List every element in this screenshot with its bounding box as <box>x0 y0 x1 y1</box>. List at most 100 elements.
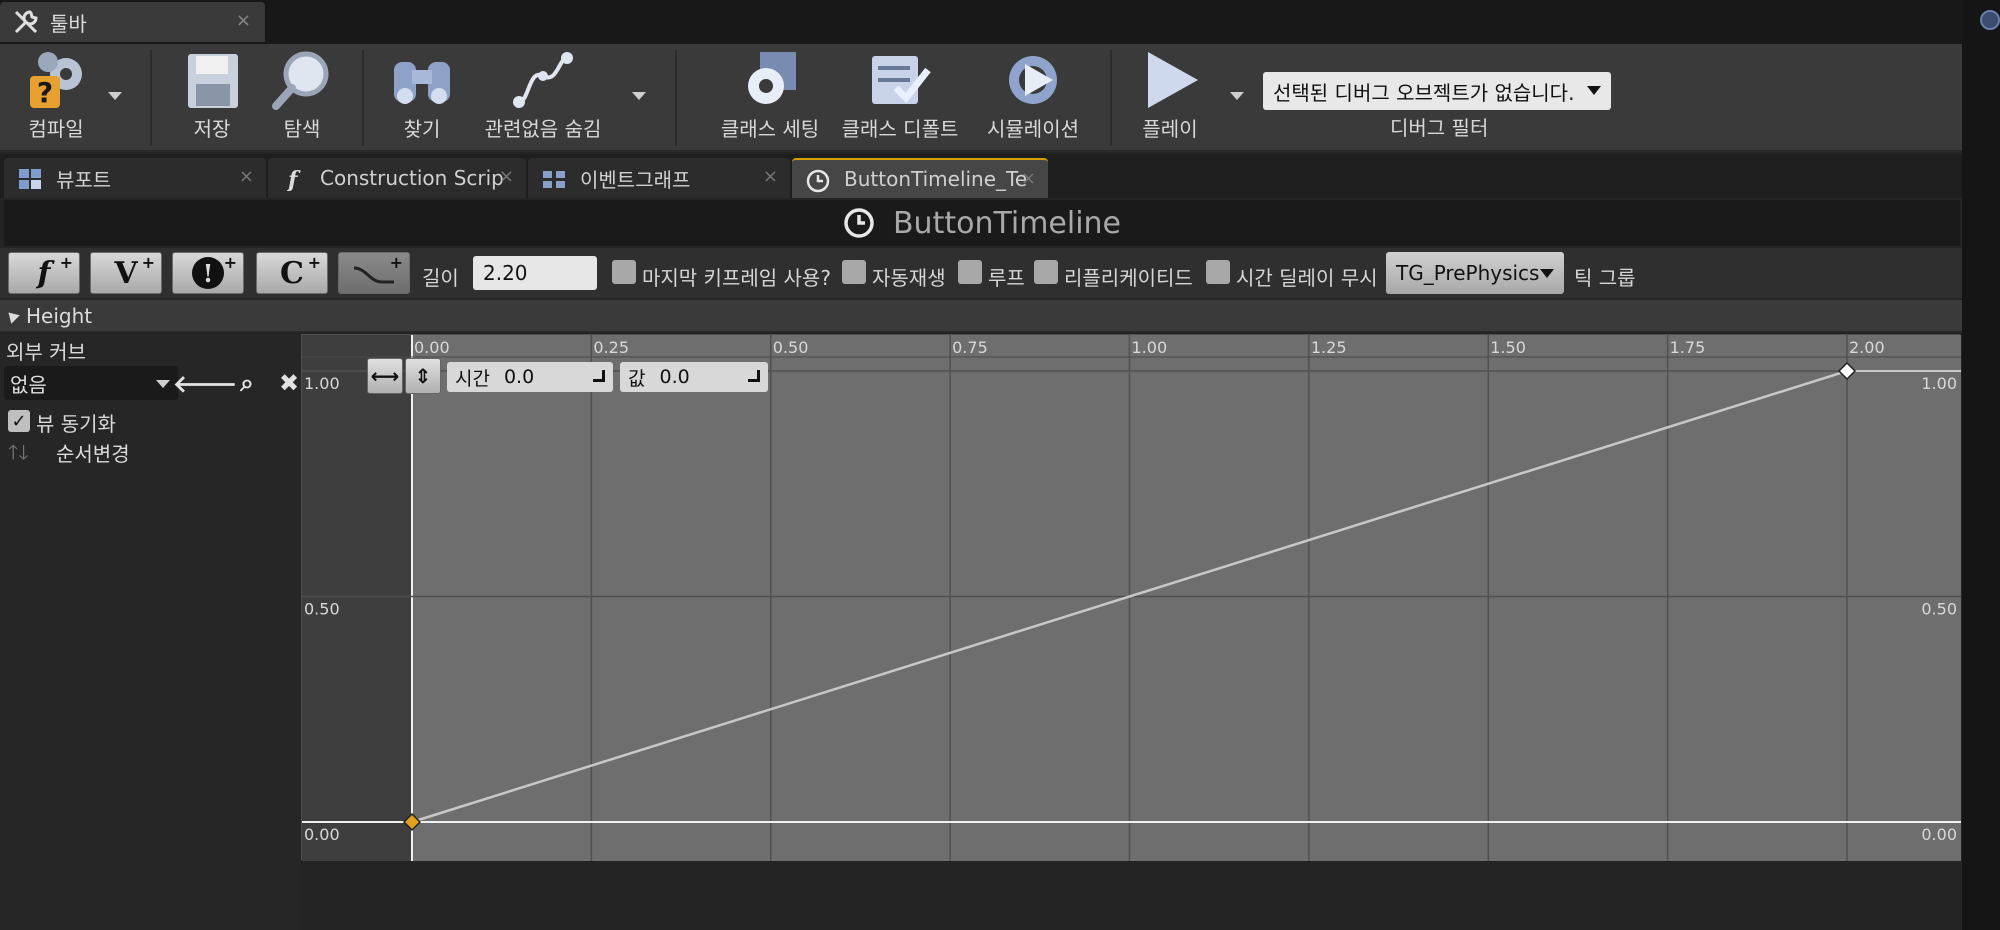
simulation-button[interactable]: 시뮬레이션 <box>968 44 1098 152</box>
tab-viewport[interactable]: 뷰포트 × <box>4 158 266 198</box>
loop-label: 루프 <box>988 266 1025 290</box>
sync-view-label: 뷰 동기화 <box>36 412 116 436</box>
tick-group-select[interactable]: TG_PrePhysics <box>1386 252 1564 294</box>
node-graph-icon <box>513 52 573 108</box>
wrench-icon <box>14 10 38 34</box>
tab-construction-script[interactable]: f Construction Scrip × <box>268 158 526 198</box>
simulation-label: 시뮬레이션 <box>987 117 1079 141</box>
chevron-down-icon <box>1540 269 1554 278</box>
y-tick-label-right: 1.00 <box>1921 374 1957 393</box>
ignore-time-dilation-checkbox[interactable] <box>1206 260 1230 284</box>
class-defaults-icon <box>872 56 931 104</box>
clear-icon[interactable]: ✖ <box>274 368 304 398</box>
add-event-track-button[interactable]: ! + <box>172 252 244 294</box>
external-curve-select[interactable]: 없음 <box>4 366 178 400</box>
curve-graph[interactable]: 0.00 0.25 0.50 0.75 1.00 1.25 1.50 1.75 2.000.00… <box>302 335 1961 861</box>
hide-unrelated-label: 관련없음 숨김 <box>484 117 602 141</box>
key-time-value: 0.0 <box>503 366 535 388</box>
class-settings-label: 클래스 세팅 <box>720 117 820 141</box>
x-tick-label: 1.75 <box>1670 338 1706 357</box>
close-icon[interactable]: × <box>763 166 778 187</box>
globe-icon[interactable] <box>1980 10 2000 30</box>
track-options-panel: 외부 커브 없음 🡐 ⌕ ✖ ✓ 뷰 동기화 🡑🡓 순서변경 <box>0 334 300 930</box>
close-icon[interactable]: × <box>499 166 514 187</box>
sync-view-checkbox[interactable]: ✓ <box>8 410 30 432</box>
class-defaults-button[interactable]: 클래스 디폴트 <box>830 44 970 152</box>
hide-unrelated-options-arrow[interactable] <box>632 92 646 100</box>
tab-button-timeline[interactable]: ButtonTimeline_Te × <box>792 158 1048 198</box>
reorder-label: 순서변경 <box>56 442 130 466</box>
y-tick-label-left: 1.00 <box>304 374 340 393</box>
close-icon[interactable]: × <box>1021 168 1036 189</box>
magnifier-icon <box>272 51 329 110</box>
key-value-input[interactable]: 값 0.0 <box>620 362 768 392</box>
play-label: 플레이 <box>1142 117 1198 141</box>
external-curve-value: 없음 <box>10 372 47 397</box>
track-header[interactable]: Height <box>0 300 1962 332</box>
length-label: 길이 <box>422 266 459 290</box>
save-icon <box>188 54 238 108</box>
key-time-input[interactable]: 시간 0.0 <box>447 362 613 392</box>
add-curve-asset-button[interactable]: + <box>338 252 410 294</box>
toolbar-window-tab[interactable]: 툴바 × <box>0 2 265 42</box>
document-tabs: 뷰포트 × f Construction Scrip × 이벤트그래프 × Bu… <box>0 154 1962 198</box>
compile-options-arrow[interactable] <box>108 92 122 100</box>
tab-construction-label: Construction Scrip <box>320 166 504 190</box>
fit-vertical-button[interactable]: ⇕ <box>405 358 441 394</box>
toolbar-tab-label: 툴바 <box>50 11 87 36</box>
separator <box>362 50 364 146</box>
tick-group-value: TG_PrePhysics <box>1396 261 1540 285</box>
collapse-icon[interactable] <box>4 307 20 324</box>
timeline-title: ButtonTimeline <box>892 205 1122 241</box>
function-icon: f <box>286 167 301 191</box>
save-button[interactable]: 저장 <box>172 44 252 152</box>
x-tick-label: 1.00 <box>1132 338 1168 357</box>
use-last-keyframe-checkbox[interactable] <box>612 260 636 284</box>
loop-checkbox[interactable] <box>958 260 982 284</box>
curve-editor[interactable]: 0.00 0.25 0.50 0.75 1.00 1.25 1.50 1.75 2.00 0.00… <box>301 334 1961 861</box>
x-tick-label: 0.75 <box>952 338 988 357</box>
separator <box>150 50 152 146</box>
y-tick-label-left: 0.00 <box>304 825 340 844</box>
play-button[interactable]: 플레이 <box>1130 44 1210 152</box>
use-selected-asset-icon[interactable]: 🡐 <box>173 368 237 398</box>
play-options-arrow[interactable] <box>1230 92 1244 100</box>
browse-button[interactable]: 탐색 <box>262 44 342 152</box>
tab-viewport-label: 뷰포트 <box>56 167 112 192</box>
window-tab-strip: 툴바 × <box>0 0 2000 44</box>
pre-zero-region <box>302 335 412 861</box>
search-icon[interactable]: ⌕ <box>232 368 262 398</box>
add-vector-track-button[interactable]: V + <box>90 252 162 294</box>
add-float-track-button[interactable]: f + <box>8 252 80 294</box>
tab-button-timeline-label: ButtonTimeline_Te <box>844 167 1028 191</box>
tab-event-graph[interactable]: 이벤트그래프 × <box>528 158 790 198</box>
length-input[interactable]: 2.20 <box>473 256 597 290</box>
x-tick-label: 1.50 <box>1490 338 1526 357</box>
reorder-arrows-icon[interactable]: 🡑🡓 <box>8 438 29 472</box>
clock-icon <box>844 208 874 238</box>
chevron-down-icon <box>1587 86 1601 95</box>
class-settings-icon <box>748 52 796 104</box>
debug-object-select[interactable]: 선택된 디버그 오브젝트가 없습니다. <box>1263 72 1611 110</box>
save-label: 저장 <box>193 117 231 141</box>
close-icon[interactable]: × <box>236 10 251 31</box>
close-icon[interactable]: × <box>239 166 254 187</box>
external-curve-label: 외부 커브 <box>6 340 86 364</box>
simulation-icon <box>1009 56 1057 104</box>
add-color-track-button[interactable]: C + <box>256 252 328 294</box>
replicated-checkbox[interactable] <box>1034 260 1058 284</box>
fit-horizontal-button[interactable]: ⟷ <box>367 358 403 394</box>
y-tick-label-right: 0.50 <box>1921 600 1957 619</box>
compile-button[interactable]: ? 컴파일 <box>6 44 106 152</box>
timeline-toolbar: f + V + ! + C + + 길이 2.20 마지막 키프레임 사용? 자동재생 … <box>0 248 1962 298</box>
find-button[interactable]: 찾기 <box>382 44 462 152</box>
tick-group-label: 틱 그룹 <box>1574 266 1636 290</box>
autoplay-checkbox[interactable] <box>842 260 866 284</box>
viewport-icon <box>19 169 41 189</box>
class-settings-button[interactable]: 클래스 세팅 <box>700 44 840 152</box>
length-value: 2.20 <box>483 261 528 285</box>
debug-object-value: 선택된 디버그 오브젝트가 없습니다. <box>1273 80 1575 105</box>
separator <box>675 50 677 146</box>
color-track-glyph: C <box>280 255 304 291</box>
hide-unrelated-button[interactable]: 관련없음 숨김 <box>472 44 614 152</box>
